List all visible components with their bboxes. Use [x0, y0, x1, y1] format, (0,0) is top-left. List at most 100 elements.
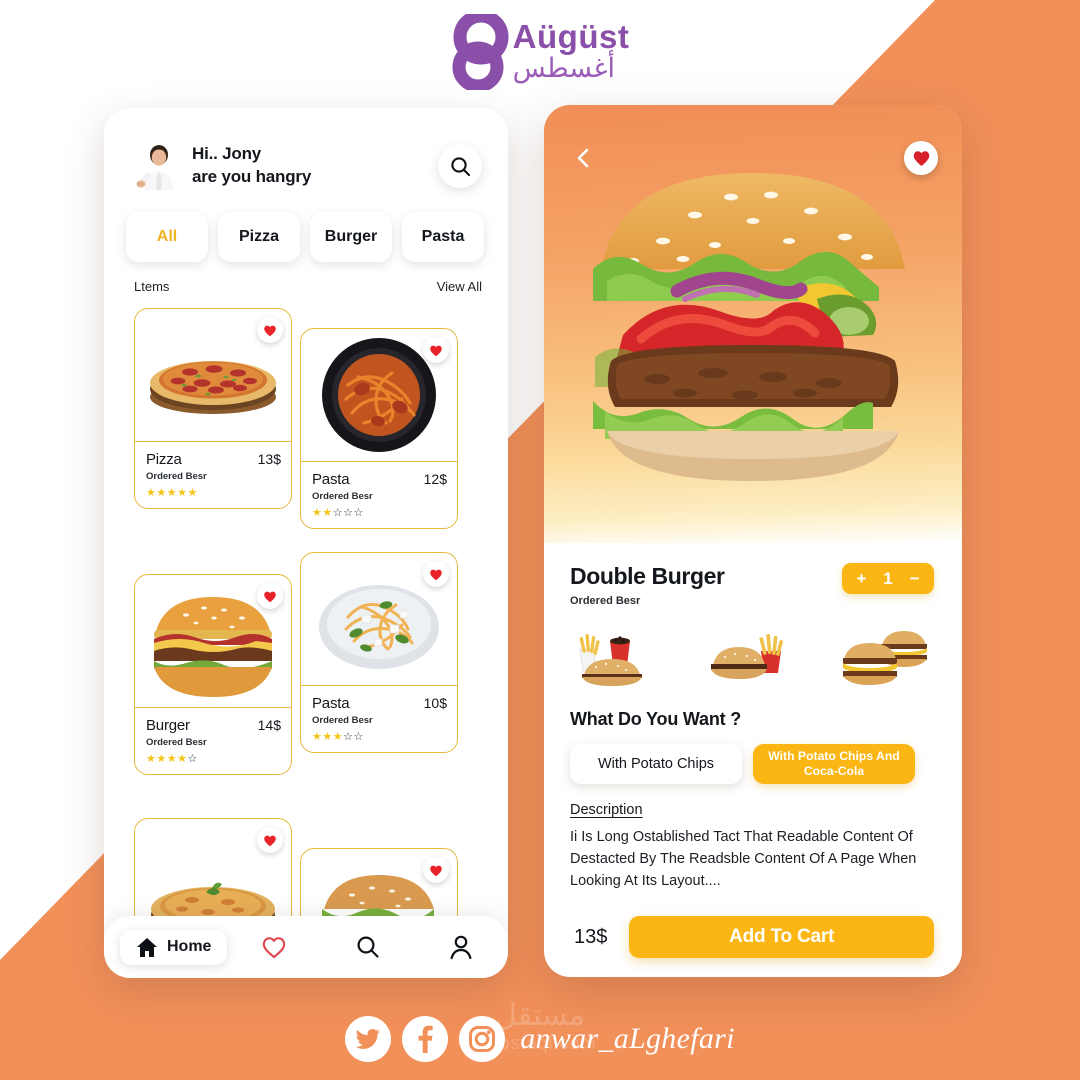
twitter-icon[interactable]: [345, 1016, 392, 1062]
item-subtitle: Ordered Besr: [146, 737, 207, 748]
description-text: Ii Is Long Ostablished Tact That Readabl…: [570, 829, 917, 890]
facebook-icon[interactable]: [402, 1016, 449, 1062]
heart-icon: [262, 937, 286, 959]
item-name: Pizza: [146, 451, 182, 468]
heart-icon: [430, 569, 442, 580]
quantity-value: 1: [883, 569, 893, 588]
section-title: Ltems: [134, 279, 170, 294]
item-price: 14$: [257, 717, 281, 733]
category-label: All: [156, 228, 178, 245]
variant-thumbnails: [544, 607, 962, 687]
hero-section: [544, 105, 962, 543]
category-all[interactable]: All: [126, 212, 208, 262]
avatar: [136, 145, 173, 190]
decrease-button[interactable]: −: [910, 570, 920, 587]
tab-search[interactable]: [321, 935, 415, 959]
category-filters: All Pizza Burger Pasta: [104, 190, 508, 262]
item-subtitle: Ordered Besr: [312, 491, 373, 502]
burger-fries-thumb[interactable]: [701, 623, 797, 687]
detail-footer: 13$ Add To Cart: [570, 892, 934, 959]
options-list: With Potato Chips With Potato Chips And …: [570, 730, 934, 784]
chevron-left-icon: [577, 148, 589, 168]
favorite-button[interactable]: [257, 583, 283, 609]
section-header: Ltems View All: [104, 262, 508, 294]
option-potato-chips-cola[interactable]: With Potato Chips And Coca-Cola: [753, 744, 915, 784]
favorite-button[interactable]: [423, 337, 449, 363]
heart-icon: [264, 325, 276, 336]
item-rating: ★★★★★: [146, 487, 198, 499]
category-pizza[interactable]: Pizza: [218, 212, 300, 262]
description-label: Description: [570, 802, 643, 818]
social-handle: anwar_aLghefari: [520, 1022, 735, 1055]
favorite-button[interactable]: [423, 561, 449, 587]
item-name: Burger: [146, 717, 190, 734]
tab-profile[interactable]: [414, 935, 508, 960]
increase-button[interactable]: +: [856, 570, 866, 587]
product-subtitle: Ordered Besr: [570, 595, 641, 607]
favorite-button[interactable]: [257, 827, 283, 853]
item-card[interactable]: Burger 14$ Ordered Besr ★★★★☆: [134, 574, 292, 775]
social-footer: anwar_aLghefari: [0, 1016, 1080, 1062]
heart-icon: [913, 151, 929, 166]
search-icon: [357, 936, 379, 958]
search-icon: [450, 156, 470, 176]
instagram-icon[interactable]: [459, 1016, 506, 1062]
double-cheeseburgers-thumb[interactable]: [832, 623, 928, 687]
favorite-button[interactable]: [257, 317, 283, 343]
items-grid: Pizza 13$ Ordered Besr ★★★★★ Pasta 12$ O…: [104, 302, 508, 950]
detail-options: What Do You Want ? With Potato Chips Wit…: [544, 687, 962, 959]
burger-fries-cola-thumb[interactable]: [570, 623, 666, 687]
item-rating: ★★★★☆: [146, 753, 198, 765]
item-name: Pasta: [312, 471, 350, 488]
tab-home-label: Home: [167, 938, 212, 955]
option-label: With Potato Chips: [597, 756, 715, 772]
greeting-line-2: are you hangry: [192, 167, 312, 186]
heart-icon: [264, 835, 276, 846]
item-card[interactable]: Pasta 10$ Ordered Besr ★★★☆☆: [300, 552, 458, 753]
home-icon: [137, 937, 157, 957]
double-burger-large-image: [593, 173, 905, 481]
category-pasta[interactable]: Pasta: [402, 212, 484, 262]
heart-icon: [264, 591, 276, 602]
tab-favorites[interactable]: [227, 935, 321, 959]
search-button[interactable]: [438, 144, 482, 188]
back-button[interactable]: [570, 145, 596, 171]
product-price: 13$: [574, 925, 608, 948]
add-to-cart-label: Add To Cart: [729, 926, 835, 948]
heart-icon: [430, 345, 442, 356]
greeting-line-1: Hi.. Jony: [192, 144, 262, 164]
favorite-button[interactable]: [423, 857, 449, 883]
option-potato-chips[interactable]: With Potato Chips: [570, 744, 742, 784]
category-label: Burger: [324, 228, 378, 245]
greeting: Hi.. Jony are you hangry: [192, 143, 438, 188]
options-question: What Do You Want ?: [570, 709, 742, 729]
item-info: Pasta 12$ Ordered Besr ★★☆☆☆: [301, 461, 457, 528]
item-subtitle: Ordered Besr: [146, 471, 207, 482]
item-card[interactable]: Pizza 13$ Ordered Besr ★★★★★: [134, 308, 292, 509]
category-burger[interactable]: Burger: [310, 212, 392, 262]
product-title: Double Burger: [570, 563, 725, 589]
item-card[interactable]: Pasta 12$ Ordered Besr ★★☆☆☆: [300, 328, 458, 529]
item-info: Pasta 10$ Ordered Besr ★★★☆☆: [301, 685, 457, 752]
category-label: Pizza: [238, 228, 279, 245]
option-label: With Potato Chips And Coca-Cola: [768, 749, 900, 778]
item-name: Pasta: [312, 695, 350, 712]
quantity-stepper[interactable]: + 1 −: [842, 563, 934, 594]
item-rating: ★★☆☆☆: [312, 507, 364, 519]
person-icon: [450, 935, 472, 959]
heart-icon: [430, 865, 442, 876]
add-to-cart-button[interactable]: Add To Cart: [629, 916, 934, 959]
item-rating: ★★★☆☆: [312, 731, 364, 743]
view-all-link[interactable]: View All: [437, 279, 482, 294]
tab-home[interactable]: Home: [120, 929, 228, 965]
item-info: Burger 14$ Ordered Besr ★★★★☆: [135, 707, 291, 774]
phone-list-screen: Hi.. Jony are you hangry All Pizza Burge…: [104, 108, 508, 978]
bottom-tab-bar: Home: [104, 916, 508, 978]
item-price: 12$: [423, 471, 447, 487]
detail-title-row: Double Burger Ordered Besr + 1 −: [570, 563, 934, 607]
favorite-button[interactable]: [904, 141, 938, 175]
list-header: Hi.. Jony are you hangry: [104, 108, 508, 190]
item-price: 13$: [257, 451, 281, 467]
item-info: Pizza 13$ Ordered Besr ★★★★★: [135, 441, 291, 508]
detail-content: Double Burger Ordered Besr + 1 −: [544, 543, 962, 607]
